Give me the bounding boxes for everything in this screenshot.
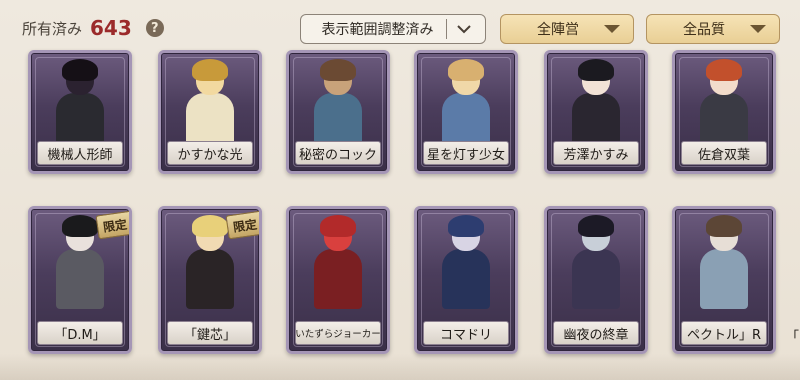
portrait-hair [448,59,484,81]
portrait-hair [192,59,228,81]
costume-card[interactable]: いたずらジョーカー [286,206,390,354]
limited-badge: 限定 [95,210,129,240]
portrait-hair [62,59,98,81]
costume-card[interactable]: 秘密のコック [286,50,390,174]
portrait-hair [320,215,356,237]
costume-name: 「D.M」 [37,321,123,345]
portrait-body [314,249,362,309]
costume-name: 秘密のコック [295,141,381,165]
portrait-hair [706,215,742,237]
character-portrait [52,59,108,153]
portrait-body [56,249,104,309]
character-portrait [182,59,238,153]
costume-name: コマドリ [423,321,509,345]
portrait-body [186,249,234,309]
costume-grid: 機械人形師 かすかな光 秘密のコック 星を灯す少女 芳澤かすみ 佐倉双葉 「D.M」 限定 「鍵… [0,0,800,380]
portrait-hair [62,215,98,237]
portrait-body [700,249,748,309]
character-portrait [568,215,624,329]
costume-card[interactable]: 幽夜の終章 [544,206,648,354]
bottom-shade [0,354,800,380]
costume-card[interactable]: ペクトル」R [672,206,776,354]
costume-name: 「鍵芯」 [167,321,253,345]
costume-name: いたずらジョーカー [295,321,381,345]
costume-name: かすかな光 [167,141,253,165]
costume-card[interactable]: 佐倉双葉 [672,50,776,174]
portrait-hair [320,59,356,81]
portrait-hair [578,215,614,237]
character-portrait [438,59,494,153]
costume-name: 機械人形師 [37,141,123,165]
character-portrait [438,215,494,329]
portrait-hair [578,59,614,81]
costume-card[interactable]: 「D.M」 限定 [28,206,132,354]
portrait-hair [448,215,484,237]
costume-name: 星を灯す少女 [423,141,509,165]
costume-card[interactable]: コマドリ [414,206,518,354]
costume-card[interactable]: 「鍵芯」 限定 [158,206,262,354]
portrait-body [572,249,620,309]
costume-name: 芳澤かすみ [553,141,639,165]
limited-badge: 限定 [225,210,259,240]
character-portrait [310,215,366,329]
character-portrait [696,215,752,329]
portrait-body [442,249,490,309]
portrait-hair [192,215,228,237]
costume-card[interactable]: かすかな光 [158,50,262,174]
character-portrait [696,59,752,153]
costume-name: ペクトル」R [681,321,767,345]
costume-card[interactable]: 星を灯す少女 [414,50,518,174]
character-portrait [310,59,366,153]
costume-name: 佐倉双葉 [681,141,767,165]
costume-name: 幽夜の終章 [553,321,639,345]
character-portrait [568,59,624,153]
portrait-hair [706,59,742,81]
costume-card[interactable]: 芳澤かすみ [544,50,648,174]
costume-card[interactable]: 機械人形師 [28,50,132,174]
partial-next-card-label: 「 [786,330,800,345]
